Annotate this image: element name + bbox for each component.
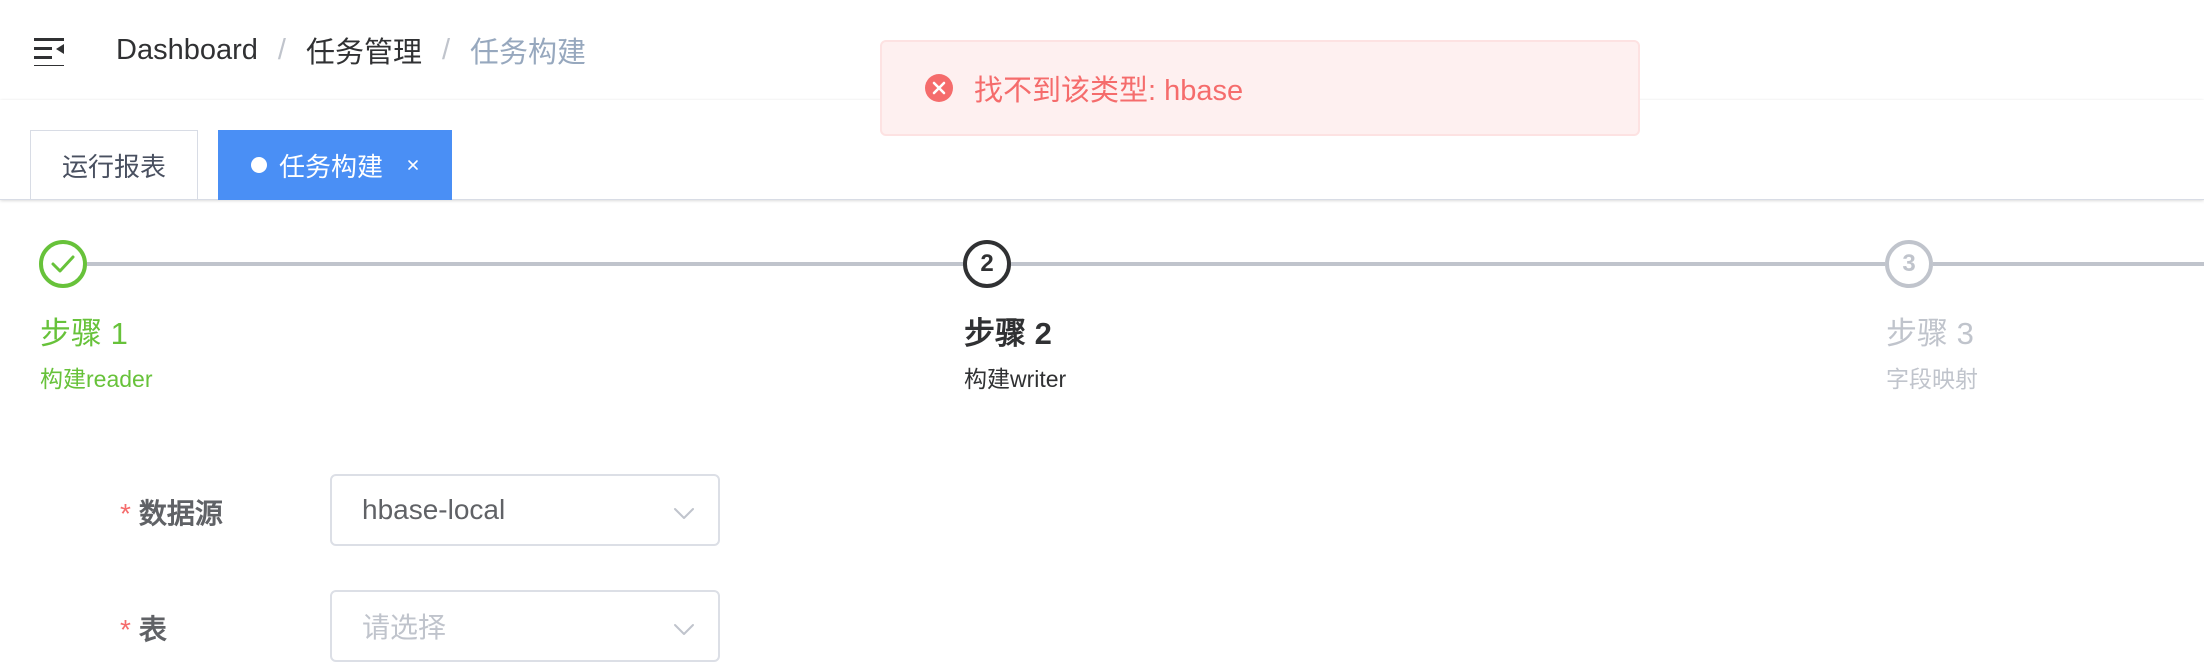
step-title: 步骤 1 <box>40 316 128 351</box>
step-title: 步骤 3 <box>1886 316 1974 351</box>
close-icon[interactable] <box>401 153 425 177</box>
step-line <box>1933 262 2204 266</box>
breadcrumb-task-management[interactable]: 任务管理 <box>306 29 422 71</box>
error-circle-icon <box>924 73 954 103</box>
chevron-down-icon <box>672 500 696 524</box>
table-select-placeholder: 请选择 <box>362 612 447 643</box>
step-description: 构建writer <box>964 366 1067 392</box>
hamburger-menu-icon[interactable] <box>32 36 68 66</box>
step-line <box>1011 262 1885 266</box>
breadcrumb-dashboard[interactable]: Dashboard <box>116 34 258 67</box>
datasource-label: * 数据源 <box>120 498 223 529</box>
step-line <box>87 262 963 266</box>
breadcrumb: Dashboard / 任务管理 / 任务构建 <box>116 30 586 70</box>
steps: 步骤 1 构建reader 2 步骤 2 构建writer 3 步骤 3 字段映… <box>0 200 2204 420</box>
required-asterisk: * <box>120 498 131 529</box>
step-number: 3 <box>1885 240 1933 288</box>
breadcrumb-separator: / <box>441 33 451 66</box>
tag-run-report[interactable]: 运行报表 <box>30 130 198 200</box>
error-message-text: 找不到该类型: hbase <box>974 75 1244 107</box>
datasource-select-value: hbase-local <box>362 494 506 525</box>
tag-label: 运行报表 <box>61 151 166 182</box>
tag-task-build[interactable]: 任务构建 <box>218 130 452 200</box>
breadcrumb-current: 任务构建 <box>470 37 587 69</box>
breadcrumb-separator: / <box>277 33 286 66</box>
active-dot-icon <box>251 157 267 173</box>
form-item-datasource: * 数据源 hbase-local <box>0 474 900 546</box>
chevron-down-icon <box>672 616 696 640</box>
required-asterisk: * <box>120 614 131 645</box>
step-description: 构建reader <box>40 366 153 392</box>
tag-label: 任务构建 <box>279 151 384 182</box>
datasource-select[interactable]: hbase-local <box>330 474 720 546</box>
table-select[interactable]: 请选择 <box>330 590 720 662</box>
step-description: 字段映射 <box>1886 366 1978 392</box>
check-icon <box>39 240 87 288</box>
step-number: 2 <box>963 240 1011 288</box>
form-item-table: * 表 请选择 <box>0 590 900 662</box>
error-message: 找不到该类型: hbase <box>880 40 1640 136</box>
step-title: 步骤 2 <box>964 316 1052 351</box>
table-label: * 表 <box>120 614 167 645</box>
